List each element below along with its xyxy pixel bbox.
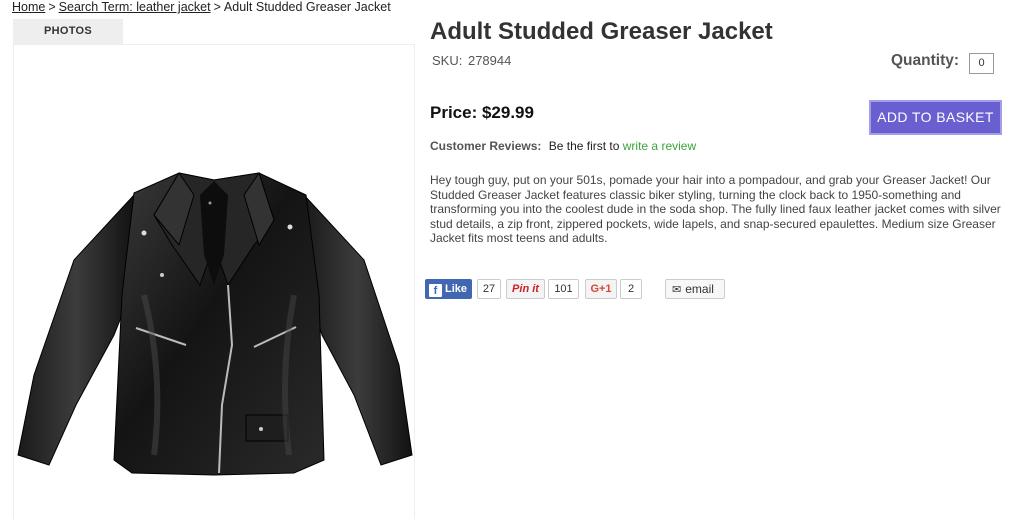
- photos-tab[interactable]: PHOTOS: [13, 19, 123, 44]
- breadcrumb: Home > Search Term: leather jacket > Adult S…: [12, 0, 391, 14]
- pinterest-pin-button[interactable]: Pin it: [506, 279, 545, 299]
- sku-value: 278944: [467, 53, 512, 68]
- product-photo[interactable]: [13, 44, 415, 519]
- breadcrumb-current: Adult Studded Greaser Jacket: [223, 0, 391, 14]
- product-price: Price: $29.99: [430, 103, 534, 122]
- facebook-like-count: 27: [477, 279, 501, 299]
- product-description: Hey tough guy, put on your 501s, pomade …: [430, 173, 1001, 246]
- reviews-text: Be the first to: [548, 139, 620, 153]
- product-sku: SKU: 278944: [430, 53, 511, 68]
- jacket-image: [17, 171, 413, 476]
- quantity-label: Quantity:: [891, 52, 960, 69]
- facebook-like-label: Like: [445, 283, 468, 295]
- google-plus-button[interactable]: G+1: [585, 279, 617, 299]
- facebook-icon: f: [429, 284, 442, 297]
- customer-reviews: Customer Reviews: Be the first to write …: [430, 139, 696, 153]
- envelope-icon: ✉: [672, 284, 682, 296]
- breadcrumb-home-link[interactable]: Home: [12, 0, 45, 14]
- facebook-like-button[interactable]: f Like: [425, 279, 472, 299]
- product-title: Adult Studded Greaser Jacket: [430, 18, 773, 45]
- breadcrumb-separator: >: [213, 0, 221, 14]
- sku-label: SKU:: [432, 53, 463, 68]
- breadcrumb-search-link[interactable]: Search Term: leather jacket: [59, 0, 211, 14]
- quantity-input[interactable]: 0: [969, 53, 994, 74]
- write-review-link[interactable]: write a review: [623, 139, 696, 153]
- add-to-basket-button[interactable]: ADD TO BASKET: [869, 100, 1002, 135]
- pinterest-pin-count: 101: [548, 279, 579, 299]
- email-share-button[interactable]: ✉ email: [665, 279, 725, 299]
- google-plus-count: 2: [620, 279, 642, 299]
- email-share-label: email: [685, 282, 714, 296]
- reviews-label: Customer Reviews:: [430, 139, 542, 153]
- breadcrumb-separator: >: [48, 0, 56, 14]
